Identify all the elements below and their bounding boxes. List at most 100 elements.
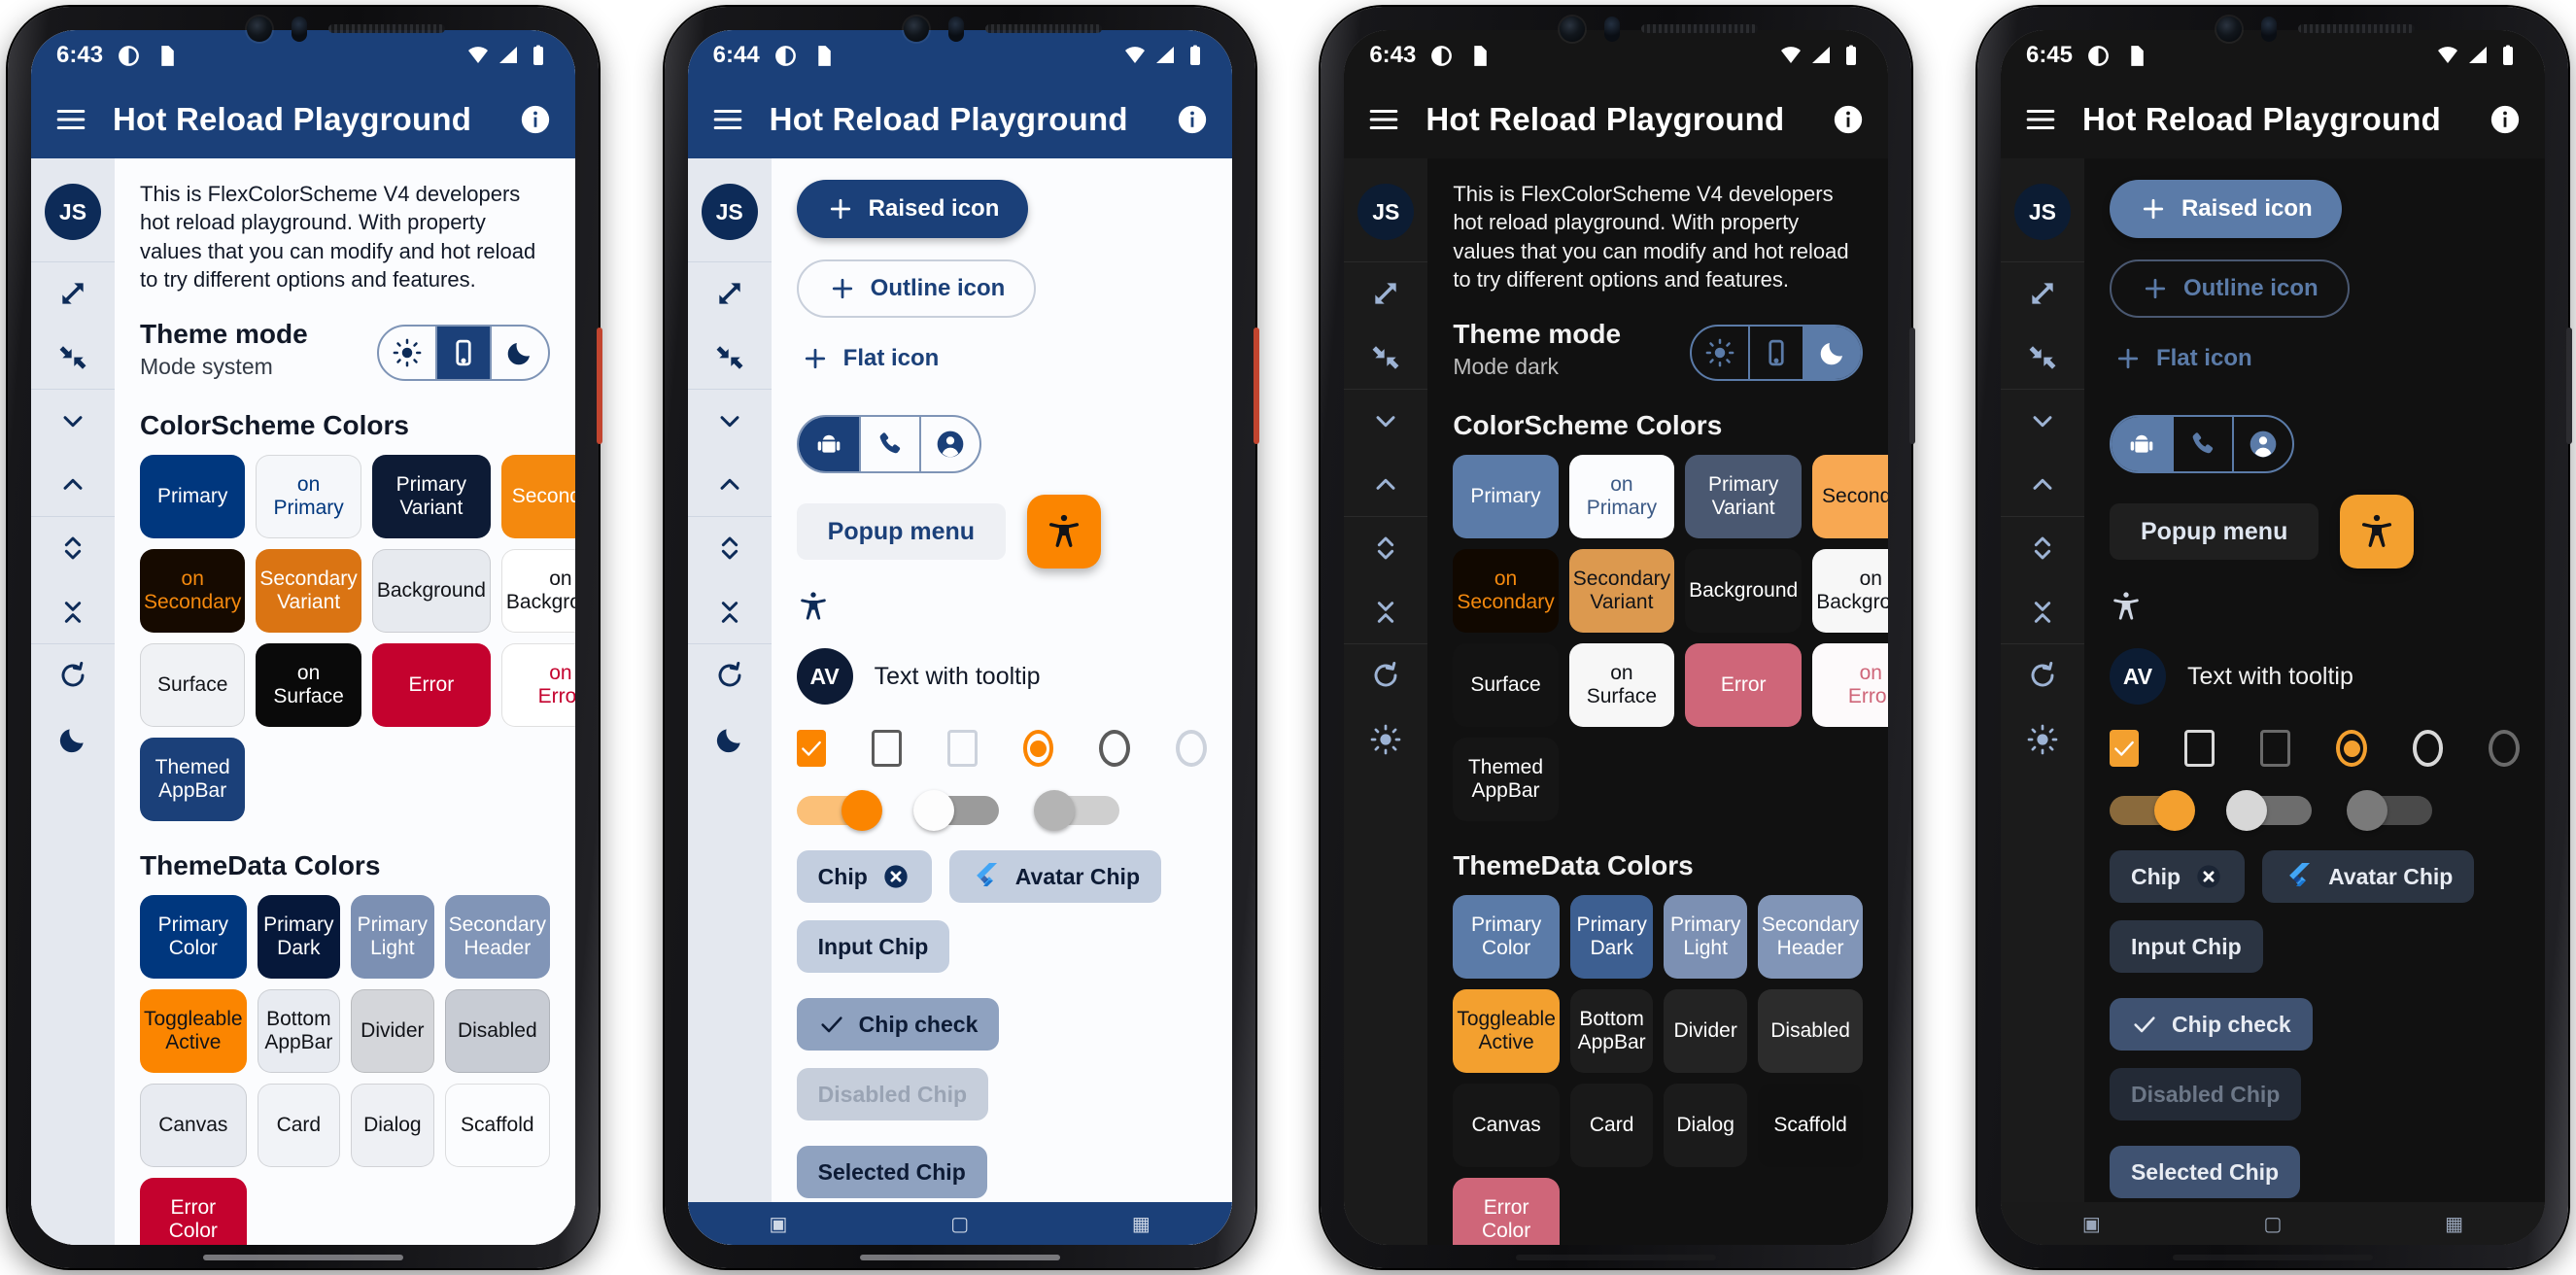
bottom-nav-item[interactable]: ▣	[770, 1212, 788, 1236]
collapse-vertical-icon[interactable]	[2027, 597, 2058, 628]
color-swatch[interactable]: on Primary	[256, 455, 361, 538]
chevron-up-icon[interactable]	[714, 469, 745, 500]
color-swatch[interactable]: Secondary Variant	[1568, 549, 1675, 633]
list-tile[interactable]: AV Text with tooltip	[2109, 648, 2520, 705]
icon-toggle-buttons[interactable]	[2109, 415, 2294, 473]
checkbox-checked[interactable]	[2109, 730, 2139, 767]
reset-rotate-icon[interactable]	[1370, 660, 1401, 691]
chevron-up-icon[interactable]	[1370, 469, 1401, 500]
switch-on[interactable]	[796, 790, 882, 831]
input-chip[interactable]: Input Chip	[2109, 920, 2263, 973]
expand-vertical-icon[interactable]	[2027, 533, 2058, 564]
collapse-vertical-icon[interactable]	[57, 597, 88, 628]
chevron-down-icon[interactable]	[714, 405, 745, 436]
hamburger-menu-icon[interactable]	[711, 103, 744, 136]
rail-avatar[interactable]: JS	[45, 184, 101, 240]
outline-icon-button[interactable]: Outline icon	[2109, 259, 2350, 318]
checkbox-unchecked[interactable]	[2183, 730, 2215, 767]
reset-rotate-icon[interactable]	[57, 660, 88, 691]
color-swatch[interactable]: Themed AppBar	[140, 738, 246, 821]
switch-off[interactable]	[2225, 790, 2312, 831]
flat-icon-button[interactable]: Flat icon	[2110, 329, 2282, 388]
popup-menu-button[interactable]: Popup menu	[796, 503, 1007, 560]
color-swatch[interactable]: on Secondary	[1453, 549, 1559, 633]
toggle-android-icon[interactable]	[798, 417, 859, 471]
toggle-phone-icon[interactable]	[2171, 417, 2232, 471]
color-swatch[interactable]: Canvas	[1453, 1084, 1560, 1167]
expand-vertical-icon[interactable]	[714, 533, 745, 564]
switch-off[interactable]	[912, 790, 999, 831]
switch-on[interactable]	[2109, 790, 2195, 831]
rail-avatar[interactable]: JS	[701, 184, 758, 240]
rail-avatar[interactable]: JS	[2013, 184, 2071, 240]
bottom-nav-item[interactable]: ▢	[2264, 1212, 2283, 1236]
color-swatch[interactable]: Divider	[351, 989, 434, 1073]
avatar-chip[interactable]: Avatar Chip	[948, 850, 1161, 903]
power-button[interactable]	[2565, 327, 2572, 444]
collapse-vertical-icon[interactable]	[1370, 597, 1401, 628]
outline-icon-button[interactable]: Outline icon	[796, 259, 1037, 318]
color-swatch[interactable]: Dialog	[1664, 1084, 1747, 1167]
color-swatch[interactable]: Scaffold	[1757, 1084, 1864, 1167]
theme-mode-option-dark[interactable]	[492, 327, 548, 379]
chevron-down-icon[interactable]	[1370, 405, 1401, 436]
color-swatch[interactable]: Secondary Header	[1757, 895, 1864, 979]
info-circle-icon[interactable]	[1176, 103, 1209, 136]
close-circle-icon[interactable]	[881, 862, 910, 891]
color-swatch[interactable]: Secondary	[500, 455, 575, 538]
floating-action-button[interactable]	[2340, 495, 2415, 569]
checkbox-unchecked[interactable]	[871, 730, 902, 767]
color-swatch[interactable]: Dialog	[351, 1084, 434, 1167]
color-swatch[interactable]: on Primary	[1568, 455, 1675, 538]
hamburger-menu-icon[interactable]	[1367, 103, 1400, 136]
toggle-phone-icon[interactable]	[858, 417, 919, 471]
info-circle-icon[interactable]	[1832, 103, 1865, 136]
color-swatch[interactable]: onBackground	[1812, 549, 1889, 633]
list-tile[interactable]: AV Text with tooltip	[796, 648, 1207, 705]
selected-chip[interactable]: Selected Chip	[796, 1146, 987, 1198]
color-swatch[interactable]: Error	[371, 643, 491, 727]
reset-rotate-icon[interactable]	[2027, 660, 2058, 691]
collapse-arrows-icon[interactable]	[2027, 342, 2058, 373]
sun-icon[interactable]	[1370, 724, 1401, 755]
chevron-up-icon[interactable]	[57, 469, 88, 500]
color-swatch[interactable]: Canvas	[140, 1084, 247, 1167]
icon-toggle-buttons[interactable]	[796, 415, 981, 473]
raised-icon-button[interactable]: Raised icon	[796, 180, 1029, 238]
color-swatch[interactable]: Background	[1685, 549, 1803, 633]
chip-check[interactable]: Chip check	[796, 998, 1000, 1051]
collapse-arrows-icon[interactable]	[714, 342, 745, 373]
theme-mode-option-dark[interactable]	[1804, 327, 1862, 379]
chevron-down-icon[interactable]	[57, 405, 88, 436]
color-swatch[interactable]: onError	[500, 643, 575, 727]
power-button[interactable]	[1253, 327, 1259, 444]
color-swatch[interactable]: Bottom AppBar	[257, 989, 341, 1073]
rail-avatar[interactable]: JS	[1357, 184, 1415, 240]
floating-action-button[interactable]	[1027, 495, 1102, 569]
home-indicator[interactable]	[1516, 1255, 1717, 1260]
color-swatch[interactable]: onBackground	[500, 549, 575, 633]
color-swatch[interactable]: Background	[371, 549, 491, 633]
color-swatch[interactable]: Primary Dark	[257, 895, 341, 979]
collapse-arrows-icon[interactable]	[1370, 342, 1401, 373]
color-swatch[interactable]: on Surface	[256, 643, 361, 727]
theme-mode-option-light[interactable]	[1692, 327, 1748, 379]
theme-mode-toggle[interactable]	[377, 325, 550, 381]
moon-icon[interactable]	[714, 724, 745, 755]
radio-selected[interactable]	[2336, 730, 2367, 767]
expand-arrows-icon[interactable]	[1370, 278, 1401, 309]
radio-unselected[interactable]	[1099, 730, 1131, 767]
close-circle-icon[interactable]	[2194, 862, 2223, 891]
theme-mode-option-system[interactable]	[1748, 327, 1805, 379]
flat-icon-button[interactable]: Flat icon	[797, 329, 969, 388]
color-swatch[interactable]: Toggleable Active	[140, 989, 247, 1073]
hamburger-menu-icon[interactable]	[54, 103, 87, 136]
color-swatch[interactable]: Primary	[140, 455, 246, 538]
bottom-nav-item[interactable]: ▢	[950, 1212, 969, 1236]
info-circle-icon[interactable]	[519, 103, 552, 136]
expand-arrows-icon[interactable]	[2027, 278, 2058, 309]
collapse-arrows-icon[interactable]	[57, 342, 88, 373]
color-swatch[interactable]: Primary Color	[1453, 895, 1560, 979]
bottom-nav-item[interactable]: ▦	[2445, 1212, 2463, 1236]
bottom-nav-item[interactable]: ▦	[1132, 1212, 1151, 1236]
